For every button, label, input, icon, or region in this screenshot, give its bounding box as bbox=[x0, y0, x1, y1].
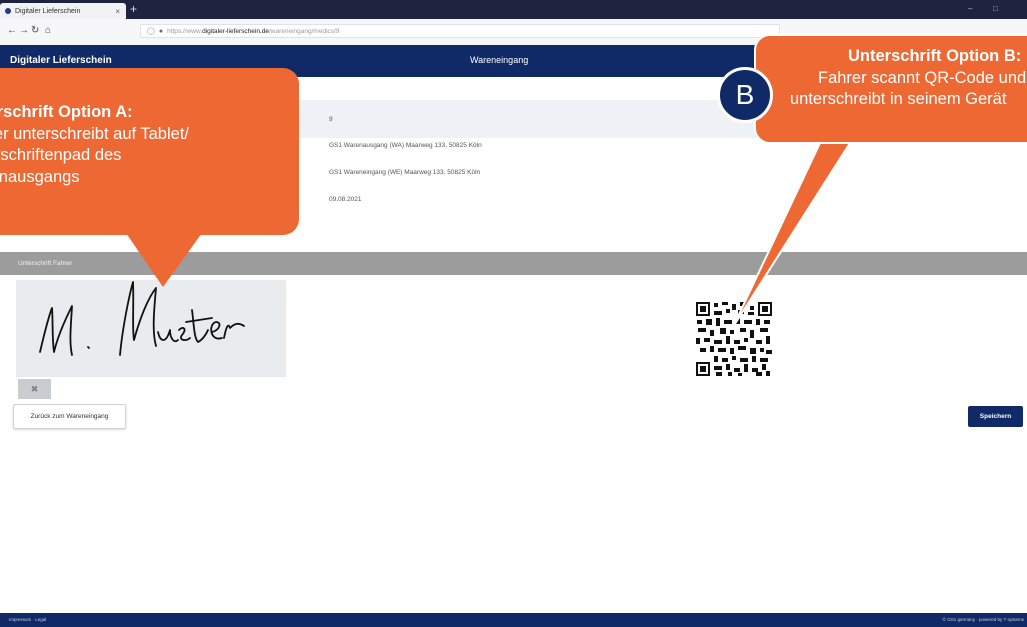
callout-a-title: Unterschrift Option A: bbox=[0, 103, 133, 121]
callout-a-pointer bbox=[126, 233, 202, 287]
callout-b-pointer bbox=[732, 142, 851, 328]
callout-a-line1: Fahrer unterschreibt auf Tablet/ bbox=[0, 124, 189, 143]
callout-b-text: Unterschrift Option B: Fahrer scannt QR-… bbox=[760, 46, 1027, 111]
callout-a-line3: Warenausgangs bbox=[0, 167, 80, 186]
callout-b-title: Unterschrift Option B: bbox=[848, 47, 1022, 65]
callout-b-line1: Fahrer scannt QR-Code und bbox=[818, 68, 1027, 87]
callout-b-line2: unterschreibt in seinem Gerät bbox=[790, 90, 1007, 108]
callout-a-text: Unterschrift Option A: Fahrer unterschre… bbox=[0, 102, 300, 188]
option-b-badge: B bbox=[717, 67, 773, 123]
callout-a-line2: Unterschriftenpad des bbox=[0, 146, 122, 164]
